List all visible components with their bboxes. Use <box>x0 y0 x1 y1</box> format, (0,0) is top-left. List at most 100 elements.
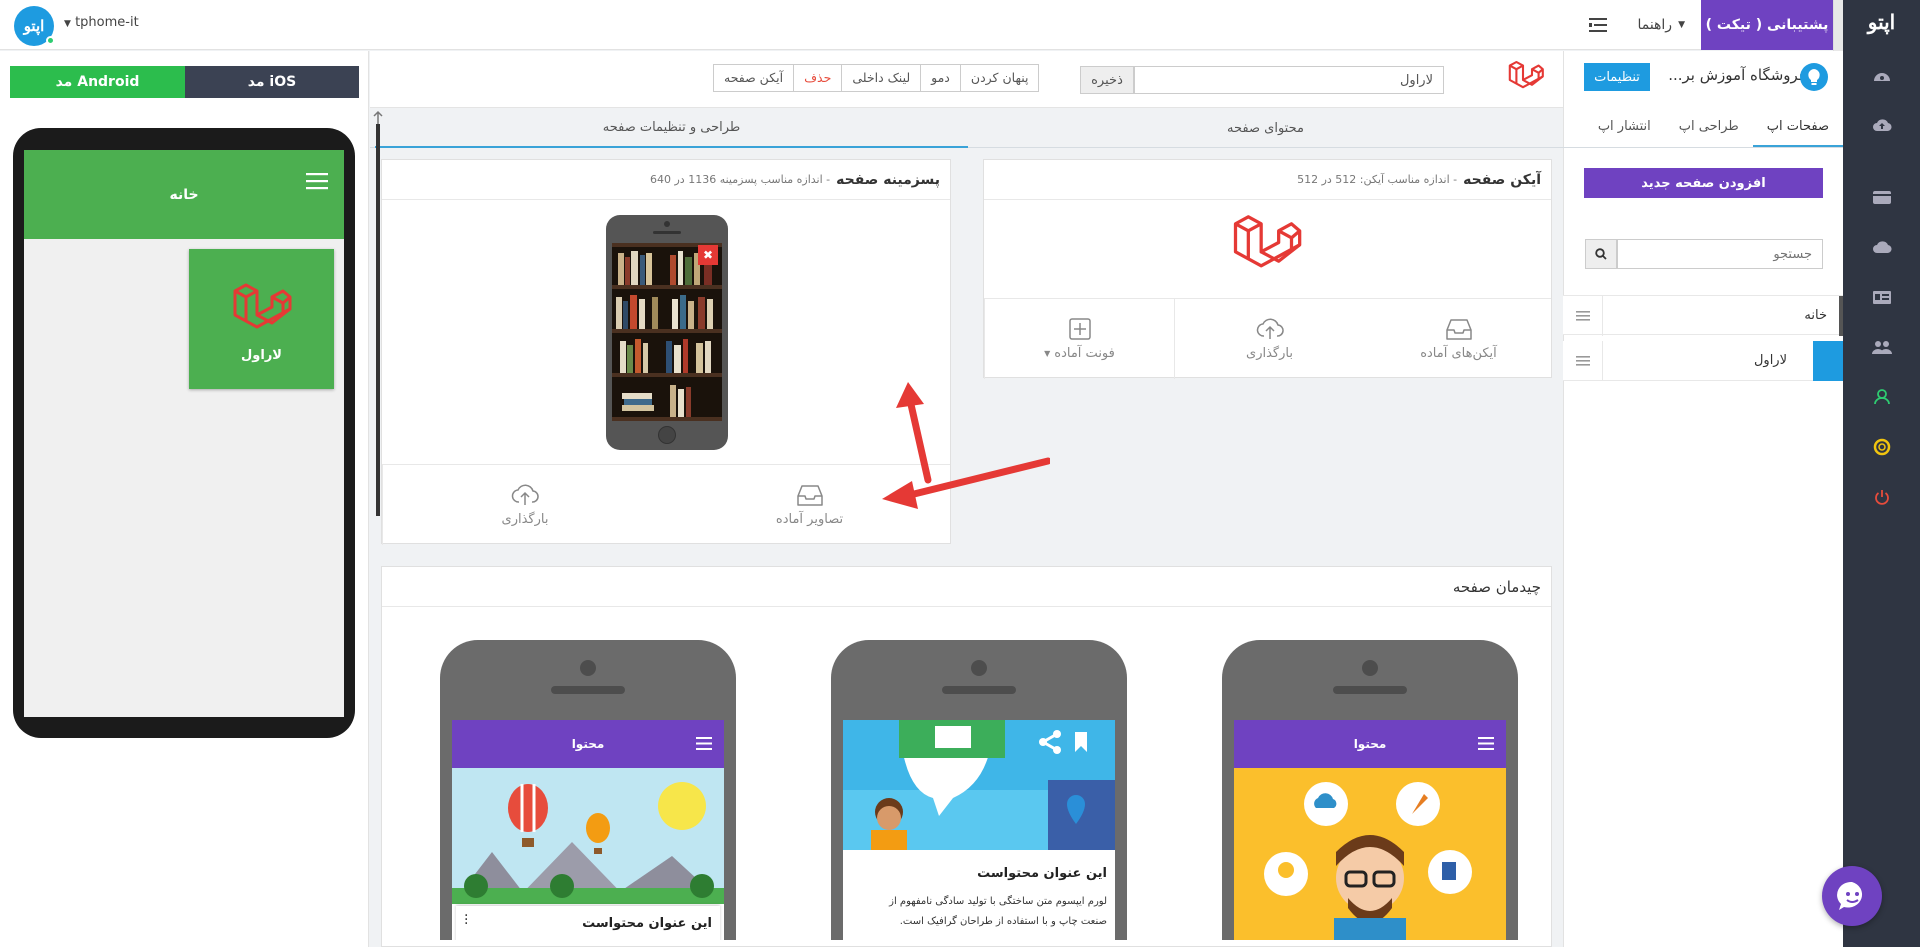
upload-icon-label: بارگذاری <box>1246 345 1293 361</box>
preview-page-tile[interactable]: لاراول <box>189 249 334 389</box>
cloud-upload-icon <box>1256 318 1284 339</box>
ios-mode-button[interactable]: مد iOS <box>185 66 359 98</box>
settings-button[interactable]: تنظیمات <box>1584 63 1650 91</box>
caret-down-icon: ▼ <box>1044 348 1051 358</box>
page-icon-button[interactable]: آیکن صفحه <box>714 65 793 91</box>
credit-card-icon[interactable] <box>1843 182 1920 212</box>
hide-page-button[interactable]: پنهان کردن <box>959 65 1039 91</box>
search-icon[interactable] <box>1585 239 1617 269</box>
power-icon[interactable] <box>1843 482 1920 512</box>
laravel-logo-icon <box>232 283 292 337</box>
tray-icon <box>796 484 823 506</box>
lightbulb-icon <box>1800 63 1828 91</box>
ready-font-label: فونت آماده <box>1054 345 1115 361</box>
tray-icon <box>1445 318 1472 340</box>
store-name: فروشگاه آموزش بر... <box>1668 66 1806 84</box>
sidebar-item-laravel[interactable]: لاراول <box>1563 341 1843 381</box>
plus-square-icon <box>1068 317 1091 340</box>
caret-down-icon: ▼ <box>1678 20 1685 30</box>
page-title-input[interactable] <box>1134 66 1444 94</box>
bookshelf-image <box>612 243 722 421</box>
layout-option-1[interactable]: محتوا <box>1222 640 1518 940</box>
account-name: tphome-it <box>75 15 139 30</box>
sidebar-item-label: خانه <box>1804 308 1827 323</box>
device-screen-title: خانه <box>169 186 199 203</box>
guide-label: راهنما <box>1637 17 1673 33</box>
illustration-chat <box>843 720 1115 850</box>
ready-icons-option[interactable]: آیکن‌های آماده <box>1364 299 1553 379</box>
chat-icon <box>1837 881 1863 910</box>
layout-option-3[interactable]: محتوا این عنوان محتواست · · · <box>440 640 736 940</box>
guide-dropdown[interactable]: راهنما ▼ <box>1637 0 1685 50</box>
upload-icon-option[interactable]: بارگذاری <box>1174 299 1364 379</box>
page-icon-hint: - اندازه مناسب آیکن: 512 در 512 <box>1297 173 1458 186</box>
account-dropdown[interactable]: ▼ tphome-it <box>64 15 139 30</box>
page-layout-title: چیدمان صفحه <box>1452 577 1541 596</box>
delete-button[interactable]: حذف <box>793 65 841 91</box>
layout-card-strip: این عنوان محتواست · · · <box>456 906 720 940</box>
page-icon-preview <box>1232 214 1302 278</box>
cloud-upload-icon <box>511 484 539 505</box>
tab-app-pages[interactable]: صفحات اپ <box>1752 108 1843 147</box>
sidebar-item-home[interactable]: خانه <box>1563 295 1843 336</box>
page-background-title: پسزمینه صفحه <box>836 171 940 188</box>
page-layout-card: چیدمان صفحه محتوا این عنوان محتواست لورم… <box>381 566 1552 947</box>
search-input[interactable] <box>1617 239 1823 269</box>
layout-content-text: لورم ایپسوم متن ساختگی با تولید سادگی نا… <box>889 896 1107 907</box>
page-actions-group: پنهان کردن دمو لینک داخلی حذف آیکن صفحه <box>713 64 1040 92</box>
online-status-dot <box>46 36 55 45</box>
layout-header-title: محتوا <box>571 737 605 751</box>
android-mode-button[interactable]: مد Android <box>10 66 185 98</box>
icon-rail: اپتو <box>1843 0 1920 947</box>
sidebar-tabs: صفحات اپ طراحی اپ انتشار اپ <box>1563 108 1843 148</box>
cloud-upload-icon[interactable] <box>1843 110 1920 140</box>
hamburger-menu-icon <box>696 737 712 750</box>
device-screen-header: خانه <box>24 150 344 239</box>
layout-header-title: محتوا <box>1353 737 1387 751</box>
page-icon-card: آیکن صفحه - اندازه مناسب آیکن: 512 در 51… <box>983 159 1553 379</box>
tab-app-publish[interactable]: انتشار اپ <box>1584 108 1665 147</box>
drag-handle-icon[interactable] <box>1563 341 1603 381</box>
menu-toggle-icon[interactable] <box>1573 0 1623 50</box>
upload-background-option[interactable]: بارگذاری <box>382 465 667 545</box>
chat-widget-button[interactable] <box>1822 866 1882 926</box>
life-ring-icon[interactable] <box>1843 432 1920 462</box>
hamburger-menu-icon <box>1478 737 1494 750</box>
tab-app-design[interactable]: طراحی اپ <box>1665 108 1753 147</box>
tab-page-content[interactable]: محتوای صفحه <box>968 108 1563 148</box>
sidebar-item-label: لاراول <box>1753 353 1787 368</box>
id-card-icon[interactable] <box>1843 282 1920 312</box>
demo-button[interactable]: دمو <box>920 65 960 91</box>
preview-tile-label: لاراول <box>241 348 282 363</box>
upload-background-label: بارگذاری <box>501 511 549 527</box>
more-vertical-icon: · · · <box>464 908 469 932</box>
ready-images-label: تصاویر آماده <box>775 511 844 527</box>
active-indicator <box>1839 296 1843 336</box>
laravel-logo-icon <box>1508 60 1544 98</box>
page-icon-card-header: آیکن صفحه - اندازه مناسب آیکن: 512 در 51… <box>984 160 1551 200</box>
add-page-button[interactable]: افزودن صفحه جدید <box>1584 168 1823 198</box>
rail-logo[interactable]: اپتو <box>1843 10 1920 34</box>
hamburger-menu-icon[interactable] <box>306 172 328 190</box>
annotation-arrow <box>882 457 1050 509</box>
selected-indicator <box>1813 341 1843 381</box>
cloud-icon[interactable] <box>1843 232 1920 262</box>
inner-scrollbar[interactable] <box>376 124 380 516</box>
ready-font-option[interactable]: ▼ فونت آماده <box>984 299 1174 379</box>
remove-background-button[interactable]: ✖ <box>698 245 718 265</box>
layout-content-text: صنعت چاپ و با استفاده از طراحان گرافیک ا… <box>899 916 1107 927</box>
internal-link-button[interactable]: لینک داخلی <box>841 65 920 91</box>
user-outline-icon[interactable] <box>1843 382 1920 412</box>
layout-content-title: این عنوان محتواست <box>977 866 1107 881</box>
dashboard-icon[interactable] <box>1843 60 1920 90</box>
layout-option-2[interactable]: این عنوان محتواست لورم ایپسوم متن ساختگی… <box>831 640 1127 940</box>
page-background-hint: - اندازه مناسب پسزمینه 1136 در 640 <box>649 173 831 186</box>
save-button[interactable]: ذخیره <box>1080 66 1134 94</box>
tab-page-design[interactable]: طراحی و تنظیمات صفحه <box>375 108 968 148</box>
support-ticket-button[interactable]: پشتیبانی ( تیکت ) <box>1701 0 1833 50</box>
drag-handle-icon[interactable] <box>1563 296 1603 336</box>
users-icon[interactable] <box>1843 332 1920 362</box>
layout-header: محتوا <box>452 720 724 768</box>
page-layout-card-header: چیدمان صفحه <box>382 567 1551 607</box>
layout-content-title: این عنوان محتواست <box>582 916 712 931</box>
